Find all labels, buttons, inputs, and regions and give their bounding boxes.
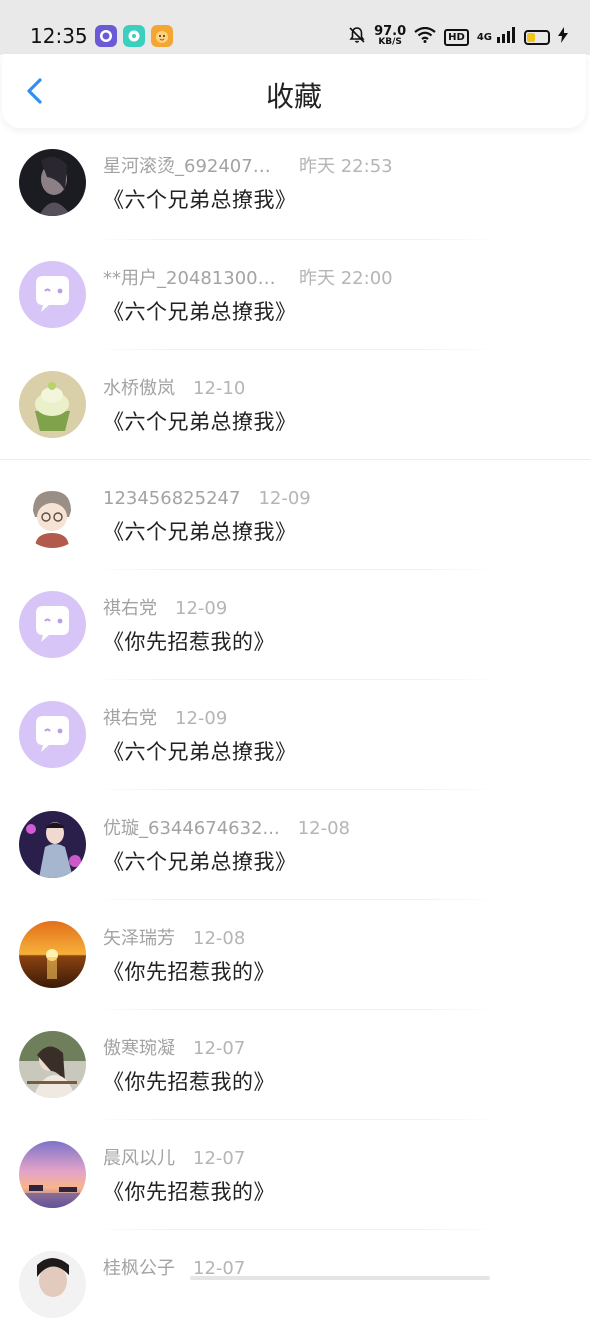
status-bar: 12:35 97.0 KB/S HD 4G [0, 0, 590, 55]
book-title: 《你先招惹我的》 [103, 1070, 275, 1094]
favorite-item[interactable]: 星河滚烫_6924070... 昨天 22:53 《六个兄弟总撩我》 [0, 128, 590, 240]
bell-muted-icon [348, 26, 366, 48]
favorite-item[interactable]: 祺右党 12-09 《六个兄弟总撩我》 [0, 680, 590, 790]
user-avatar [19, 371, 86, 438]
user-name: 祺右党 [103, 598, 157, 619]
user-avatar [19, 149, 86, 216]
user-avatar [19, 1251, 86, 1318]
favorite-item[interactable]: 优璇_6344674632... 12-08 《六个兄弟总撩我》 [0, 790, 590, 900]
user-name: 晨风以儿 [103, 1148, 175, 1169]
network-type: 4G [476, 31, 492, 43]
speed-unit: KB/S [378, 37, 402, 47]
item-time: 12-07 [193, 1148, 246, 1169]
item-time: 12-09 [175, 708, 228, 729]
user-avatar [19, 481, 86, 548]
user-name: 祺右党 [103, 708, 157, 729]
speed-value: 97.0 [374, 24, 407, 39]
item-time: 昨天 22:53 [299, 156, 393, 177]
item-meta: 星河滚烫_6924070... 昨天 22:53 [103, 155, 393, 179]
item-time: 12-09 [175, 598, 228, 619]
item-meta: 傲寒琬凝 12-07 [103, 1037, 245, 1061]
user-avatar [19, 811, 86, 878]
favorite-item[interactable]: 矢泽瑞芳 12-08 《你先招惹我的》 [0, 900, 590, 1010]
cartoon-app-icon [151, 25, 173, 47]
user-name: 桂枫公子 [103, 1258, 175, 1279]
item-time: 12-07 [193, 1038, 246, 1059]
item-time: 12-10 [193, 378, 246, 399]
item-meta: **用户_204813003... 昨天 22:00 [103, 267, 393, 291]
book-title: 《六个兄弟总撩我》 [103, 850, 297, 874]
book-title: 《你先招惹我的》 [103, 1180, 275, 1204]
default-avatar [19, 261, 86, 328]
favorite-item[interactable]: 傲寒琬凝 12-07 《你先招惹我的》 [0, 1010, 590, 1120]
user-avatar [19, 921, 86, 988]
user-name: 矢泽瑞芳 [103, 928, 175, 949]
default-avatar [19, 591, 86, 658]
book-title: 《六个兄弟总撩我》 [103, 410, 297, 434]
user-name: 星河滚烫_6924070... [103, 156, 281, 177]
user-name: 优璇_6344674632... [103, 818, 280, 839]
item-meta: 矢泽瑞芳 12-08 [103, 927, 245, 951]
item-meta: 123456825247 12-09 [103, 487, 311, 511]
user-name: **用户_204813003... [103, 268, 281, 289]
user-avatar [19, 1141, 86, 1208]
item-time: 12-09 [258, 488, 311, 509]
favorite-item[interactable]: **用户_204813003... 昨天 22:00 《六个兄弟总撩我》 [0, 240, 590, 350]
user-name: 水桥傲岚 [103, 378, 175, 399]
book-title: 《六个兄弟总撩我》 [103, 520, 297, 544]
item-time: 昨天 22:00 [299, 268, 393, 289]
user-avatar [19, 1031, 86, 1098]
charging-icon [558, 27, 568, 47]
book-title: 《你先招惹我的》 [103, 960, 275, 984]
message-app-icon [123, 25, 145, 47]
user-name: 傲寒琬凝 [103, 1038, 175, 1059]
network-speed: 97.0 KB/S [374, 24, 407, 47]
book-title: 《六个兄弟总撩我》 [103, 740, 297, 764]
battery-icon [524, 29, 550, 45]
default-avatar [19, 701, 86, 768]
favorite-item[interactable]: 祺右党 12-09 《你先招惹我的》 [0, 570, 590, 680]
top-bar: 收藏 [2, 54, 586, 128]
item-meta: 晨风以儿 12-07 [103, 1147, 245, 1171]
favorite-item[interactable]: 晨风以儿 12-07 《你先招惹我的》 [0, 1120, 590, 1230]
item-time: 12-08 [297, 818, 350, 839]
scroll-indicator [190, 1276, 490, 1280]
user-name: 123456825247 [103, 488, 241, 509]
hd-badge: HD [444, 28, 469, 46]
book-title: 《你先招惹我的》 [103, 630, 275, 654]
item-meta: 祺右党 12-09 [103, 597, 227, 621]
chat-app-icon [95, 25, 117, 47]
item-meta: 祺右党 12-09 [103, 707, 227, 731]
status-time: 12:35 [30, 24, 88, 48]
book-title: 《六个兄弟总撩我》 [103, 188, 297, 212]
signal-icon [496, 27, 516, 47]
item-meta: 优璇_6344674632... 12-08 [103, 817, 350, 841]
favorites-list: 星河滚烫_6924070... 昨天 22:53 《六个兄弟总撩我》 **用户_… [0, 128, 590, 1340]
item-time: 12-08 [193, 928, 246, 949]
book-title: 《六个兄弟总撩我》 [103, 300, 297, 324]
favorite-item[interactable]: 123456825247 12-09 《六个兄弟总撩我》 [0, 460, 590, 570]
favorite-item[interactable]: 水桥傲岚 12-10 《六个兄弟总撩我》 [0, 350, 590, 460]
wifi-icon [414, 26, 436, 47]
item-meta: 水桥傲岚 12-10 [103, 377, 245, 401]
status-indicators: 97.0 KB/S HD 4G [348, 24, 568, 50]
page-title: 收藏 [265, 80, 322, 113]
favorite-item[interactable]: 桂枫公子 12-07 [0, 1230, 590, 1340]
